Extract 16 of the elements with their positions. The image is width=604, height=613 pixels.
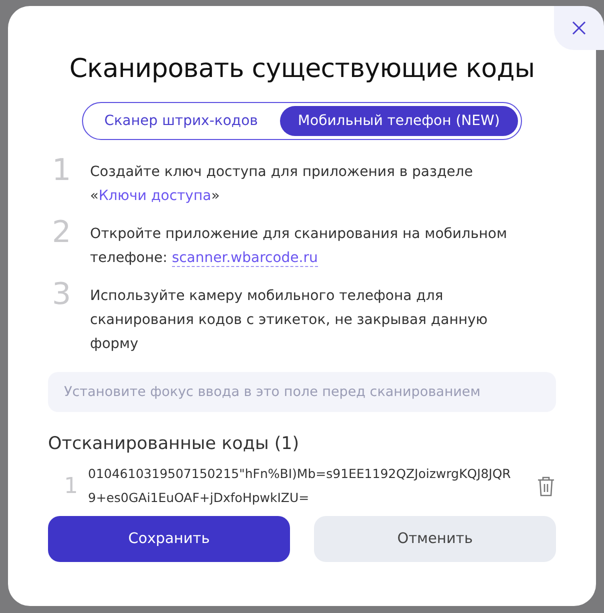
step-text: Создайте ключ доступа для приложения в разделе «Ключи доступа» [90, 163, 474, 206]
save-button[interactable]: Сохранить [48, 516, 290, 562]
trash-icon[interactable] [536, 475, 556, 497]
cancel-button[interactable]: Отменить [314, 516, 556, 562]
scanner-link[interactable]: scanner.wbarcode.ru [172, 250, 318, 267]
step-text: Используйте камеру мобильного телефона для сканирования кодов с этикеток, не закрывая данную форму [90, 287, 489, 354]
dialog-title: Сканировать существующие коды [69, 54, 535, 84]
scan-input-field[interactable]: Установите фокус ввода в это поле перед сканированием [48, 372, 556, 412]
section-heading: Отсканированные коды (1) [48, 434, 300, 454]
access-keys-link[interactable]: Ключи доступа [98, 188, 212, 204]
close-button[interactable] [554, 6, 604, 50]
scanned-code: 0104610319507150215"hFn%BI)Mb=s91EE1192QZJoizwrgKQJ8JQR9+es0GAi1EuOAF+jDxfoHpwkIZU= [88, 465, 512, 507]
close-icon [571, 20, 587, 36]
tab[interactable]: Сканер штрих-кодов [86, 106, 276, 136]
tab[interactable]: Мобильный телефон (NEW) [280, 106, 518, 136]
step-text: Откройте приложение для сканирования на мобильном телефоне: scanner.wbarcode.ru [90, 225, 508, 269]
